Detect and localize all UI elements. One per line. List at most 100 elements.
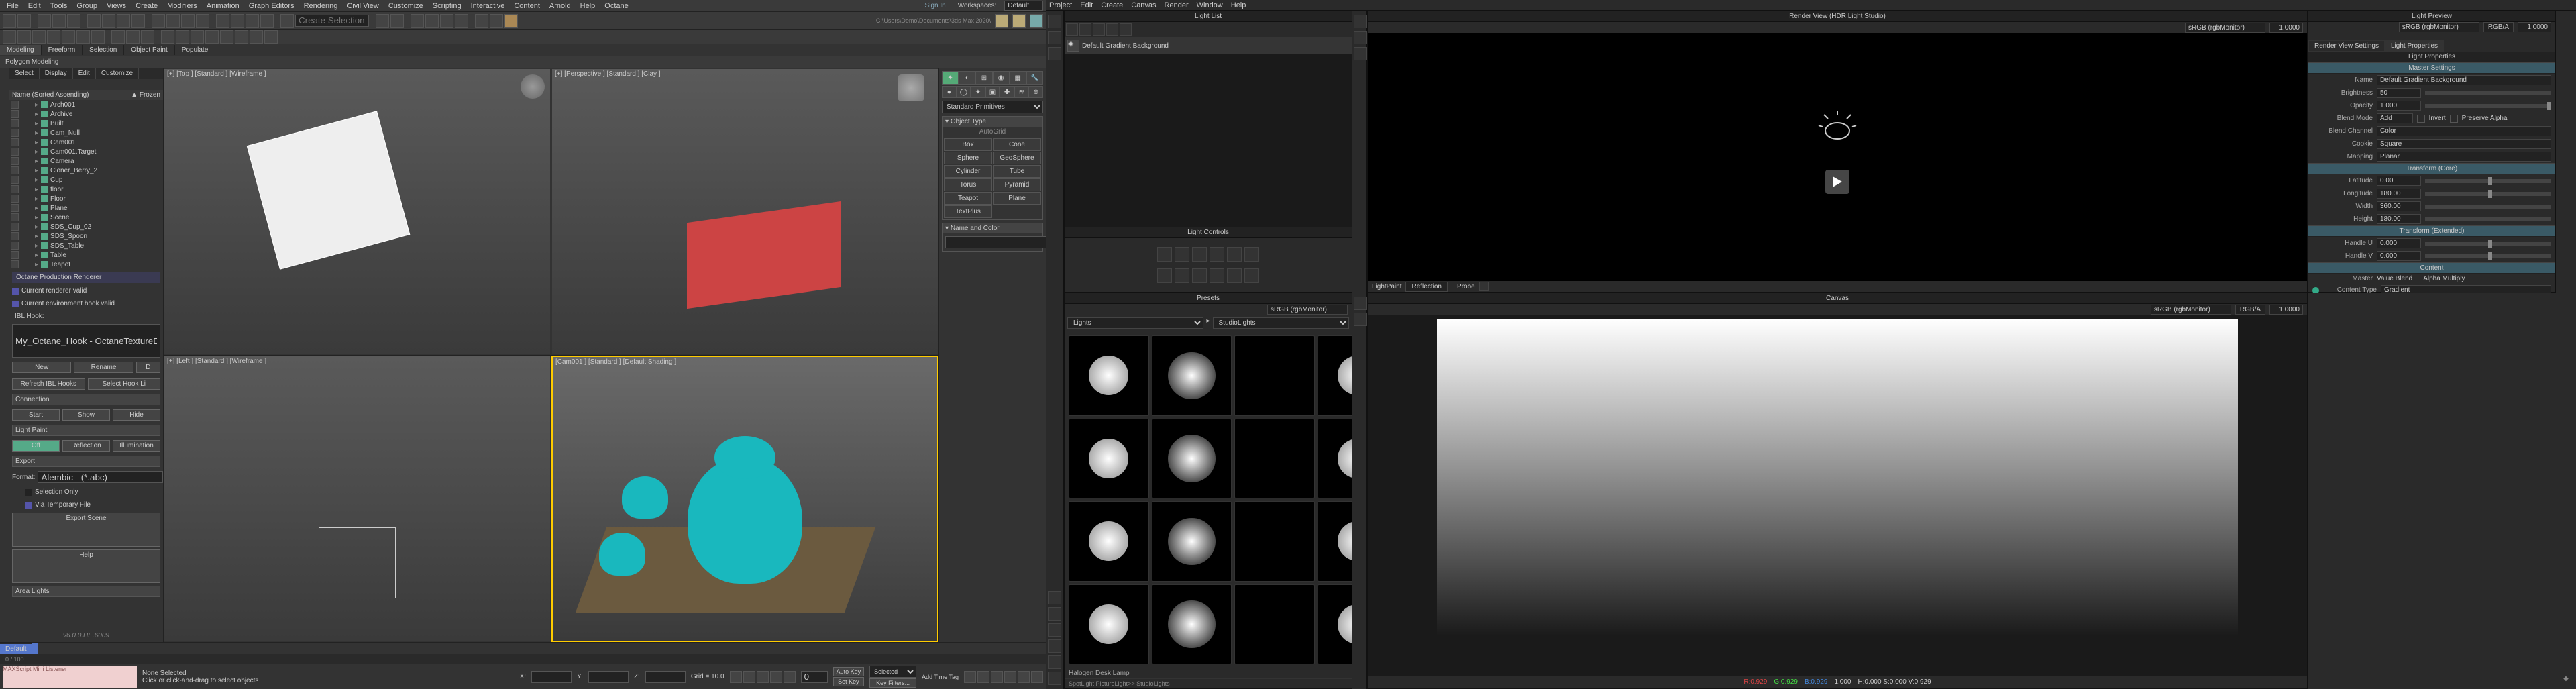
hdr-menu-canvas[interactable]: Canvas bbox=[1131, 1, 1156, 9]
primitive-button[interactable]: Cylinder bbox=[944, 165, 992, 178]
expand-icon[interactable]: ▸ bbox=[35, 167, 38, 174]
hdrtool-8-icon[interactable] bbox=[1048, 655, 1061, 669]
viewport-persp-label[interactable]: [+] [Perspective ] [Standard ] [Clay ] bbox=[555, 70, 661, 78]
primitive-button[interactable]: Sphere bbox=[944, 152, 992, 164]
expand-icon[interactable]: ▸ bbox=[35, 205, 38, 212]
time-ruler[interactable]: 0 / 100 bbox=[0, 655, 1046, 664]
prev-frame-icon[interactable] bbox=[743, 671, 755, 683]
canvas-body[interactable] bbox=[1368, 315, 2307, 676]
folder2-icon[interactable] bbox=[1012, 14, 1026, 28]
viewport-top-label[interactable]: [+] [Top ] [Standard ] [Wireframe ] bbox=[167, 70, 266, 78]
schematic-icon[interactable] bbox=[440, 14, 453, 28]
lc-btn-5-icon[interactable] bbox=[1227, 247, 1242, 262]
timeline[interactable]: Default bbox=[0, 643, 1046, 655]
helpers-cat-icon[interactable]: ✚ bbox=[1000, 86, 1014, 98]
expand-icon[interactable]: ▸ bbox=[35, 139, 38, 146]
viewport-left[interactable]: [+] [Left ] [Standard ] [Wireframe ] bbox=[164, 356, 551, 642]
refresh-ibl-button[interactable]: Refresh IBL Hooks bbox=[12, 378, 85, 390]
visibility-toggle-icon[interactable] bbox=[11, 148, 19, 156]
presets-colorspace-dropdown[interactable] bbox=[1267, 305, 1348, 315]
blendchannel-value[interactable]: Color bbox=[2377, 126, 2551, 136]
rename-button[interactable]: Rename bbox=[74, 362, 133, 373]
format-dropdown[interactable] bbox=[38, 471, 163, 483]
hdrtool-1-icon[interactable] bbox=[1048, 15, 1061, 28]
addtimetag-link[interactable]: Add Time Tag bbox=[922, 674, 959, 680]
preset-thumbnail[interactable] bbox=[1318, 335, 1352, 416]
ll-tool-3-icon[interactable] bbox=[1093, 23, 1105, 36]
create-tab-icon[interactable]: ✦ bbox=[942, 71, 959, 85]
menu-civilview[interactable]: Civil View bbox=[343, 1, 382, 11]
scene-item[interactable]: ▸Cam001 bbox=[9, 138, 163, 147]
viewport-perspective[interactable]: [+] [Perspective ] [Standard ] [Clay ] bbox=[551, 68, 938, 355]
viewcube-icon[interactable] bbox=[898, 74, 924, 101]
lightlist-body[interactable] bbox=[1065, 54, 1352, 227]
start-button[interactable]: Start bbox=[12, 409, 60, 421]
z-coord-input[interactable] bbox=[645, 671, 686, 683]
scene-filter-5-icon[interactable] bbox=[54, 81, 63, 90]
bind-icon[interactable] bbox=[67, 14, 80, 28]
preset-thumbnail[interactable] bbox=[1069, 501, 1149, 582]
hdrtool-7-icon[interactable] bbox=[1048, 639, 1061, 653]
transform-ext-header[interactable]: Transform (Extended) bbox=[2308, 226, 2555, 237]
visibility-toggle-icon[interactable] bbox=[11, 204, 19, 212]
height-slider[interactable] bbox=[2425, 217, 2551, 221]
menu-interactive[interactable]: Interactive bbox=[467, 1, 509, 11]
visibility-toggle-icon[interactable] bbox=[11, 213, 19, 221]
percent-snap-icon[interactable] bbox=[246, 14, 259, 28]
ll-tool-2-icon[interactable] bbox=[1079, 23, 1091, 36]
lc-btn-11-icon[interactable] bbox=[1227, 268, 1242, 283]
preset-thumbnail[interactable] bbox=[1318, 419, 1352, 499]
visibility-toggle-icon[interactable] bbox=[11, 242, 19, 250]
lc-btn-8-icon[interactable] bbox=[1175, 268, 1189, 283]
preset-thumbnail[interactable] bbox=[1318, 584, 1352, 665]
presets-grid[interactable] bbox=[1065, 331, 1352, 668]
move-icon[interactable] bbox=[152, 14, 165, 28]
visibility-toggle-icon[interactable] bbox=[11, 176, 19, 184]
select-hook-button[interactable]: Select Hook Li bbox=[88, 378, 161, 390]
scene-filter-4-icon[interactable] bbox=[43, 81, 52, 90]
primitive-button[interactable]: Cone bbox=[993, 138, 1041, 151]
tab-render-settings[interactable]: Render View Settings bbox=[2308, 40, 2385, 52]
visibility-toggle-icon[interactable] bbox=[11, 223, 19, 231]
expand-icon[interactable]: ▸ bbox=[35, 233, 38, 240]
menu-help[interactable]: Help bbox=[576, 1, 600, 11]
reflection-button[interactable]: Reflection bbox=[62, 440, 110, 452]
scene-item[interactable]: ▸SDS_Spoon bbox=[9, 231, 163, 241]
expand-icon[interactable]: ▸ bbox=[35, 101, 38, 109]
cameras-cat-icon[interactable]: ▣ bbox=[985, 86, 1000, 98]
play-icon[interactable] bbox=[757, 671, 769, 683]
polygon-modeling-label[interactable]: Polygon Modeling bbox=[5, 58, 59, 66]
render-icon[interactable] bbox=[504, 14, 518, 28]
scene-frozen-column[interactable]: ▲ Frozen bbox=[131, 91, 160, 99]
handlev-slider[interactable] bbox=[2425, 254, 2551, 258]
display-tab-icon[interactable]: ▦ bbox=[1010, 71, 1026, 85]
utilities-tab-icon[interactable]: 🔧 bbox=[1026, 71, 1043, 85]
lp-rgba-dropdown[interactable]: RGB/A bbox=[2483, 22, 2514, 32]
tb2-17-icon[interactable] bbox=[250, 30, 263, 44]
fov-icon[interactable] bbox=[1004, 671, 1016, 683]
lc-btn-2-icon[interactable] bbox=[1175, 247, 1189, 262]
modify-tab-icon[interactable]: ◐ bbox=[959, 71, 975, 85]
canvas-tool-1-icon[interactable] bbox=[1354, 297, 1367, 310]
zoom-icon[interactable] bbox=[977, 671, 989, 683]
invert-check[interactable] bbox=[2417, 115, 2425, 123]
tb2-8-icon[interactable] bbox=[111, 30, 125, 44]
hdrtool-9-icon[interactable] bbox=[1048, 672, 1061, 685]
pan-icon[interactable] bbox=[964, 671, 976, 683]
lightpaint-mode[interactable]: Reflection bbox=[1405, 282, 1447, 292]
tb2-15-icon[interactable] bbox=[220, 30, 233, 44]
spacewarps-cat-icon[interactable]: ≋ bbox=[1014, 86, 1029, 98]
canvas-exposure-input[interactable]: 1.0000 bbox=[2269, 305, 2303, 315]
menu-views[interactable]: Views bbox=[103, 1, 130, 11]
menu-customize[interactable]: Customize bbox=[384, 1, 427, 11]
probe-icon[interactable] bbox=[1479, 282, 1489, 291]
x-coord-input[interactable] bbox=[531, 671, 572, 683]
scene-item[interactable]: ▸Scene bbox=[9, 213, 163, 222]
hdrtool-5-icon[interactable] bbox=[1048, 607, 1061, 621]
expand-icon[interactable]: ▸ bbox=[35, 148, 38, 156]
goto-start-icon[interactable] bbox=[730, 671, 742, 683]
expand-icon[interactable]: ▸ bbox=[35, 176, 38, 184]
help-button[interactable]: Help bbox=[12, 549, 160, 583]
new-button[interactable]: New bbox=[12, 362, 71, 373]
autogrid-label[interactable]: AutoGrid bbox=[943, 127, 1042, 137]
